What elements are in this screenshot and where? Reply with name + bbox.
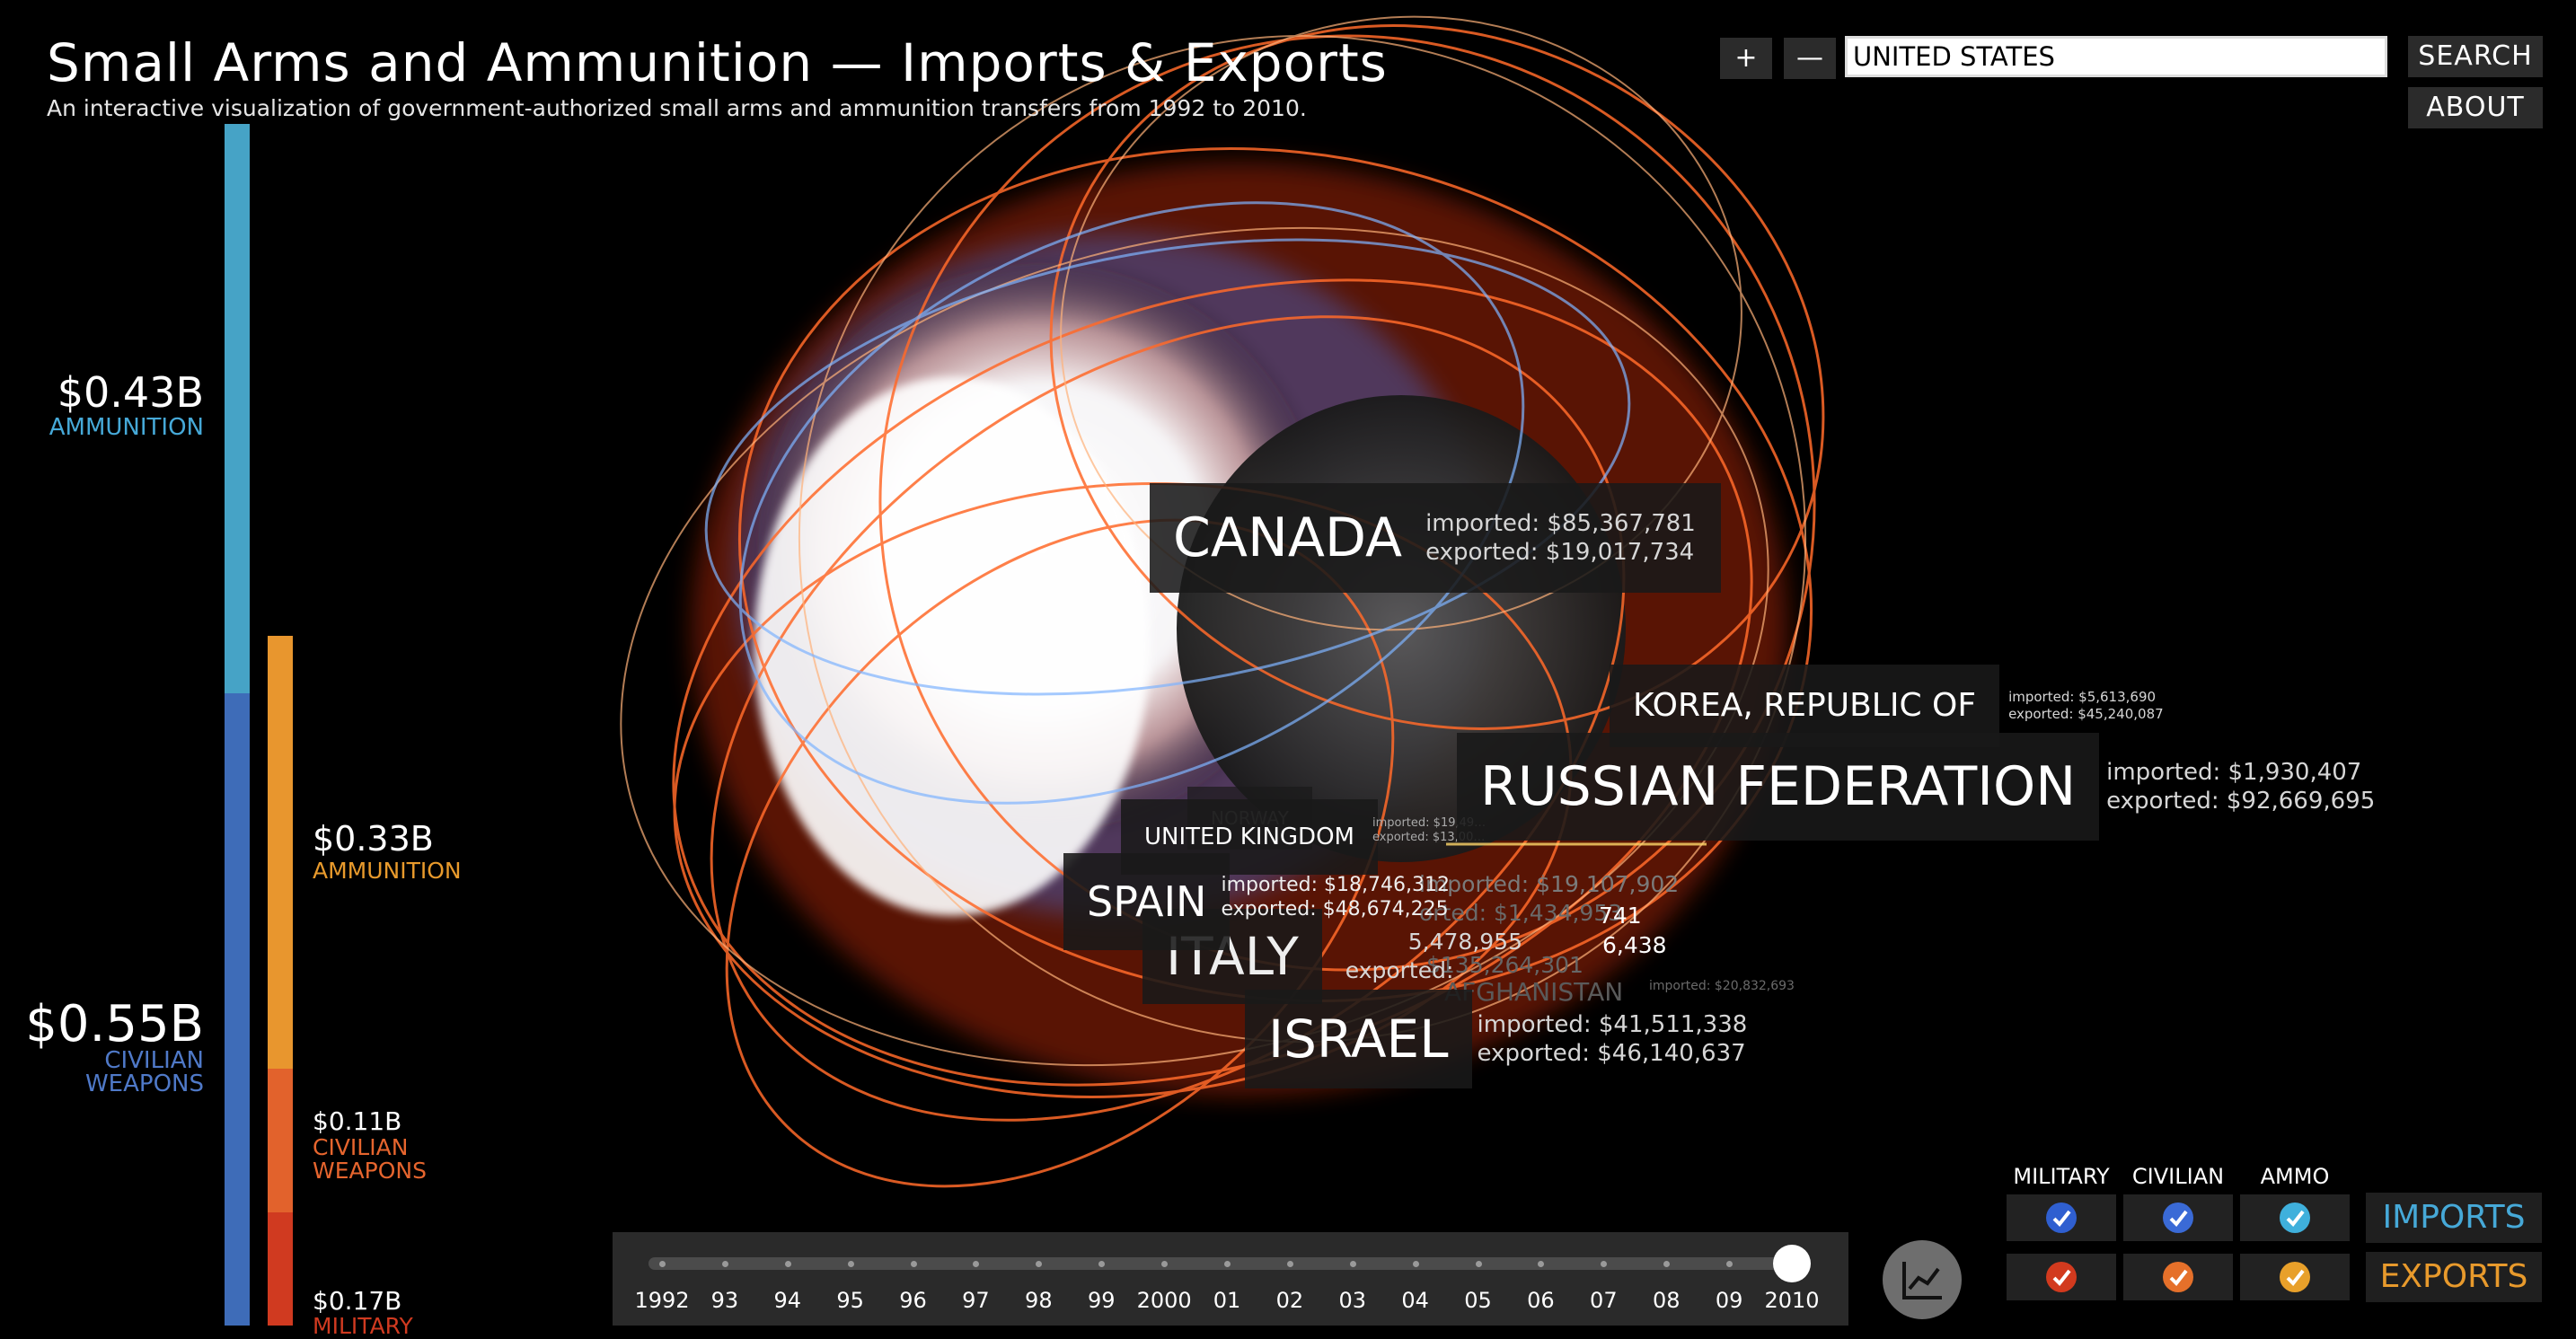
country-stats: imported: $41,511,338 exported: $46,140,6…	[1477, 1010, 1748, 1068]
page-title: Small Arms and Ammunition — Imports & Ex…	[47, 32, 1388, 93]
timeline-year-label[interactable]: 01	[1213, 1288, 1241, 1313]
check-icon	[2163, 1202, 2193, 1233]
country-stats: imported: $18,746,312 exported: $48,674,2…	[1221, 873, 1450, 921]
country-label-spain[interactable]: SPAIN imported: $18,746,312 exported: $48…	[1063, 853, 1450, 950]
filter-header-civilian: CIVILIAN	[2131, 1164, 2225, 1189]
check-icon	[2046, 1202, 2077, 1233]
country-label-israel[interactable]: ISRAEL imported: $41,511,338 exported: $4…	[1245, 990, 1747, 1088]
faded-country-stats: 6,438	[1602, 932, 1667, 958]
line-chart-icon	[1902, 1262, 1942, 1299]
check-icon	[2163, 1262, 2193, 1292]
about-button[interactable]: ABOUT	[2408, 87, 2543, 128]
timeline-year-label[interactable]: 98	[1025, 1288, 1053, 1313]
exports-ammunition-label: AMMUNITION	[313, 858, 462, 884]
country-stats: imported: $5,613,690 exported: $45,240,08…	[2008, 689, 2164, 722]
exports-civilian-checkbox[interactable]	[2123, 1254, 2233, 1300]
country-stats: imported: $85,367,781 exported: $19,017,7…	[1425, 509, 1696, 567]
imports-ammunition-bar	[225, 124, 250, 693]
timeline-year-label[interactable]: 1992	[634, 1288, 689, 1313]
imports-civilian-label-1: CIVILIAN	[104, 1047, 204, 1074]
country-name: RUSSIAN FEDERATION	[1457, 733, 2100, 841]
timeline-year-label[interactable]: 03	[1338, 1288, 1366, 1313]
year-timeline[interactable]: 1992 93 94 95 96 97 98 99 2000 01 02 03 04 05 06 07 08 09…	[613, 1232, 1848, 1326]
country-search-input[interactable]	[1845, 36, 2387, 77]
zoom-out-button[interactable]: —	[1784, 38, 1836, 79]
timeline-year-label[interactable]: 09	[1716, 1288, 1743, 1313]
imports-ammo-checkbox[interactable]	[2240, 1194, 2350, 1241]
imports-ammunition-value: $0.43B	[57, 368, 204, 417]
zoom-in-button[interactable]: +	[1720, 38, 1772, 79]
timeline-tick[interactable]	[910, 1261, 917, 1267]
timeline-tick[interactable]	[1475, 1261, 1482, 1267]
search-button[interactable]: SEARCH	[2408, 36, 2543, 77]
imports-civilian-label-2: WEAPONS	[84, 1070, 204, 1097]
exports-civilian-bar	[268, 1069, 293, 1212]
timeline-year-label[interactable]: 04	[1401, 1288, 1429, 1313]
exports-military-bar	[268, 1212, 293, 1326]
imports-toggle-button[interactable]: IMPORTS	[2366, 1193, 2542, 1243]
timeline-tick[interactable]	[721, 1261, 728, 1267]
exports-ammo-checkbox[interactable]	[2240, 1254, 2350, 1300]
imports-military-checkbox[interactable]	[2007, 1194, 2116, 1241]
imports-civilian-value: $0.55B	[25, 995, 204, 1053]
timeline-tick[interactable]	[1224, 1261, 1231, 1267]
exports-military-checkbox[interactable]	[2007, 1254, 2116, 1300]
country-name: SPAIN	[1063, 853, 1231, 950]
timeline-year-label[interactable]: 93	[711, 1288, 739, 1313]
exports-civilian-value: $0.11B	[313, 1106, 402, 1136]
check-icon	[2046, 1262, 2077, 1292]
faded-country-stats: imported: $19,107,902	[1419, 871, 1680, 897]
timeline-tick[interactable]	[1286, 1261, 1293, 1267]
exports-military-value: $0.17B	[313, 1286, 402, 1316]
timeline-tick[interactable]	[659, 1261, 666, 1267]
timeline-tick[interactable]	[784, 1261, 791, 1267]
timeline-year-label[interactable]: 2000	[1137, 1288, 1192, 1313]
filter-header-ammo: AMMO	[2260, 1164, 2330, 1189]
exports-toggle-button[interactable]: EXPORTS	[2366, 1252, 2542, 1302]
country-label-canada[interactable]: CANADA imported: $85,367,781 exported: $1…	[1150, 483, 1721, 593]
timeline-year-label[interactable]: 06	[1527, 1288, 1555, 1313]
page-subtitle: An interactive visualization of governme…	[47, 95, 1307, 121]
imports-ammunition-label: AMMUNITION	[49, 414, 204, 441]
timeline-year-label[interactable]: 08	[1653, 1288, 1681, 1313]
check-icon	[2280, 1262, 2310, 1292]
timeline-year-label[interactable]: 94	[773, 1288, 801, 1313]
timeline-tick[interactable]	[1349, 1261, 1356, 1267]
timeline-handle[interactable]	[1773, 1245, 1811, 1282]
timeline-year-label[interactable]: 97	[962, 1288, 990, 1313]
exports-civilian-label-2: WEAPONS	[313, 1158, 427, 1184]
timeline-year-label[interactable]: 96	[899, 1288, 927, 1313]
country-stats: imported: $1,930,407 exported: $92,669,69…	[2106, 758, 2376, 815]
filter-header-military: MILITARY	[2013, 1164, 2110, 1189]
timeline-tick[interactable]	[1412, 1261, 1419, 1267]
exports-ammunition-value: $0.33B	[313, 819, 434, 859]
country-name: ISRAEL	[1245, 990, 1472, 1088]
country-label-russian-federation[interactable]: RUSSIAN FEDERATION imported: $1,930,407 e…	[1457, 733, 2375, 841]
timeline-year-label[interactable]: 07	[1590, 1288, 1618, 1313]
check-icon	[2280, 1202, 2310, 1233]
timeline-year-label[interactable]: 95	[836, 1288, 864, 1313]
imports-civilian-checkbox[interactable]	[2123, 1194, 2233, 1241]
imports-civilian-bar	[225, 693, 250, 1326]
timeline-year-label[interactable]: 02	[1276, 1288, 1304, 1313]
exports-civilian-label-1: CIVILIAN	[313, 1134, 409, 1160]
trend-chart-button[interactable]	[1883, 1240, 1962, 1319]
timeline-year-label[interactable]: 2010	[1764, 1288, 1819, 1313]
country-name: CANADA	[1173, 507, 1403, 569]
timeline-tick[interactable]	[847, 1261, 854, 1267]
faded-country-stats: 741	[1599, 903, 1642, 929]
exports-ammunition-bar	[268, 636, 293, 1069]
timeline-year-label[interactable]: 05	[1464, 1288, 1492, 1313]
timeline-year-label[interactable]: 99	[1088, 1288, 1116, 1313]
exports-military-label: MILITARY	[313, 1313, 413, 1339]
